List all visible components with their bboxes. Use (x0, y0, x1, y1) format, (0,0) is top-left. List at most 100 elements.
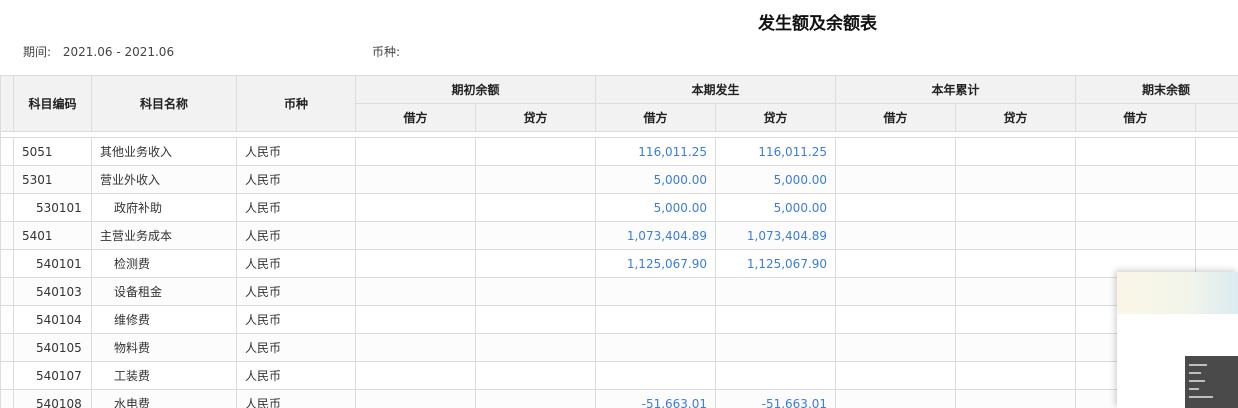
cell-current-debit[interactable]: 1,125,067.90 (595, 249, 717, 278)
cell-name[interactable]: 工装费 (91, 361, 237, 390)
cell-currency[interactable]: 人民币 (236, 165, 356, 194)
table-row[interactable]: 540101 检测费 人民币 1,125,067.90 1,125,067.90 (0, 249, 1238, 278)
col-header-closing-debit[interactable]: 借方 (1075, 103, 1197, 132)
table-row[interactable]: 5401 主营业务成本 人民币 1,073,404.89 1,073,404.89 (0, 221, 1238, 250)
cell-closing-debit[interactable] (1075, 165, 1197, 194)
row-selector-cell[interactable] (0, 277, 14, 306)
cell-name[interactable]: 水电费 (91, 389, 237, 408)
cell-currency[interactable]: 人民币 (236, 221, 356, 250)
cell-opening-debit[interactable] (355, 389, 476, 408)
cell-closing-credit[interactable] (1195, 221, 1238, 250)
cell-closing-debit[interactable] (1075, 221, 1197, 250)
cell-current-credit[interactable]: 116,011.25 (715, 137, 837, 166)
cell-current-credit[interactable]: 5,000.00 (715, 193, 837, 222)
cell-opening-debit[interactable] (355, 193, 476, 222)
cell-code[interactable]: 540105 (13, 333, 92, 362)
cell-closing-debit[interactable] (1075, 193, 1197, 222)
cell-closing-debit[interactable] (1075, 137, 1197, 166)
cell-opening-debit[interactable] (355, 277, 476, 306)
row-selector-cell[interactable] (0, 165, 14, 194)
cell-name[interactable]: 设备租金 (91, 277, 237, 306)
cell-current-debit[interactable]: 5,000.00 (595, 193, 717, 222)
cell-current-credit[interactable]: 1,125,067.90 (715, 249, 837, 278)
table-row[interactable]: 5051 其他业务收入 人民币 116,011.25 116,011.25 (0, 137, 1238, 166)
cell-opening-debit[interactable] (355, 165, 476, 194)
floating-panel-thumbnail[interactable] (1185, 356, 1238, 408)
floating-panel[interactable] (1117, 272, 1238, 408)
cell-current-debit[interactable] (595, 361, 717, 390)
col-header-currency[interactable]: 币种 (236, 75, 356, 132)
table-row[interactable]: 540105 物料费 人民币 (0, 333, 1238, 362)
cell-code[interactable]: 5051 (13, 137, 92, 166)
table-row[interactable]: 540104 维修费 人民币 (0, 305, 1238, 334)
cell-opening-debit[interactable] (355, 361, 476, 390)
col-header-current-debit[interactable]: 借方 (595, 103, 717, 132)
cell-ytd-debit[interactable] (835, 137, 957, 166)
cell-opening-credit[interactable] (474, 361, 597, 390)
row-selector-cell[interactable] (0, 249, 14, 278)
cell-ytd-credit[interactable] (955, 277, 1077, 306)
cell-currency[interactable]: 人民币 (236, 193, 356, 222)
row-selector-cell[interactable] (0, 221, 14, 250)
table-row[interactable]: 5301 营业外收入 人民币 5,000.00 5,000.00 (0, 165, 1238, 194)
cell-currency[interactable]: 人民币 (236, 277, 356, 306)
col-header-closing-credit[interactable] (1195, 103, 1238, 132)
cell-ytd-debit[interactable] (835, 165, 957, 194)
cell-name[interactable]: 物料费 (91, 333, 237, 362)
cell-opening-credit[interactable] (474, 221, 597, 250)
cell-current-credit[interactable] (715, 305, 837, 334)
cell-opening-credit[interactable] (474, 277, 597, 306)
cell-code[interactable]: 540108 (13, 389, 92, 408)
cell-closing-credit[interactable] (1195, 137, 1238, 166)
cell-code[interactable]: 530101 (13, 193, 92, 222)
row-selector-cell[interactable] (0, 333, 14, 362)
cell-ytd-credit[interactable] (955, 221, 1077, 250)
cell-code[interactable]: 540104 (13, 305, 92, 334)
report-grid-viewport[interactable]: 科目编码 科目名称 币种 期初余额 本期发生 本年累计 期末余额 借方 贷方 借… (0, 75, 1238, 408)
cell-opening-debit[interactable] (355, 333, 476, 362)
table-row[interactable]: 530101 政府补助 人民币 5,000.00 5,000.00 (0, 193, 1238, 222)
cell-ytd-credit[interactable] (955, 137, 1077, 166)
row-selector-cell[interactable] (0, 361, 14, 390)
cell-current-credit[interactable] (715, 277, 837, 306)
col-header-ytd-debit[interactable]: 借方 (835, 103, 957, 132)
cell-name[interactable]: 主营业务成本 (91, 221, 237, 250)
cell-opening-credit[interactable] (474, 165, 597, 194)
cell-closing-credit[interactable] (1195, 193, 1238, 222)
cell-ytd-credit[interactable] (955, 361, 1077, 390)
cell-ytd-credit[interactable] (955, 193, 1077, 222)
cell-currency[interactable]: 人民币 (236, 333, 356, 362)
cell-ytd-debit[interactable] (835, 221, 957, 250)
cell-current-debit[interactable]: 116,011.25 (595, 137, 717, 166)
cell-opening-debit[interactable] (355, 249, 476, 278)
cell-opening-credit[interactable] (474, 137, 597, 166)
cell-ytd-debit[interactable] (835, 193, 957, 222)
cell-currency[interactable]: 人民币 (236, 137, 356, 166)
table-row[interactable]: 540107 工装费 人民币 (0, 361, 1238, 390)
col-header-current-credit[interactable]: 贷方 (715, 103, 837, 132)
cell-code[interactable]: 540107 (13, 361, 92, 390)
cell-current-debit[interactable] (595, 277, 717, 306)
cell-ytd-credit[interactable] (955, 389, 1077, 408)
cell-ytd-debit[interactable] (835, 333, 957, 362)
cell-opening-debit[interactable] (355, 305, 476, 334)
cell-name[interactable]: 维修费 (91, 305, 237, 334)
cell-current-credit[interactable]: -51,663.01 (715, 389, 837, 408)
cell-name[interactable]: 营业外收入 (91, 165, 237, 194)
cell-name[interactable]: 检测费 (91, 249, 237, 278)
cell-opening-debit[interactable] (355, 137, 476, 166)
col-header-opening-debit[interactable]: 借方 (355, 103, 476, 132)
cell-current-credit[interactable]: 5,000.00 (715, 165, 837, 194)
cell-opening-credit[interactable] (474, 389, 597, 408)
cell-opening-credit[interactable] (474, 193, 597, 222)
cell-currency[interactable]: 人民币 (236, 361, 356, 390)
row-selector-cell[interactable] (0, 193, 14, 222)
cell-currency[interactable]: 人民币 (236, 249, 356, 278)
row-selector-header[interactable] (0, 75, 14, 132)
cell-code[interactable]: 540101 (13, 249, 92, 278)
cell-code[interactable]: 5401 (13, 221, 92, 250)
cell-name[interactable]: 政府补助 (91, 193, 237, 222)
cell-name[interactable]: 其他业务收入 (91, 137, 237, 166)
row-selector-cell[interactable] (0, 305, 14, 334)
cell-closing-credit[interactable] (1195, 165, 1238, 194)
